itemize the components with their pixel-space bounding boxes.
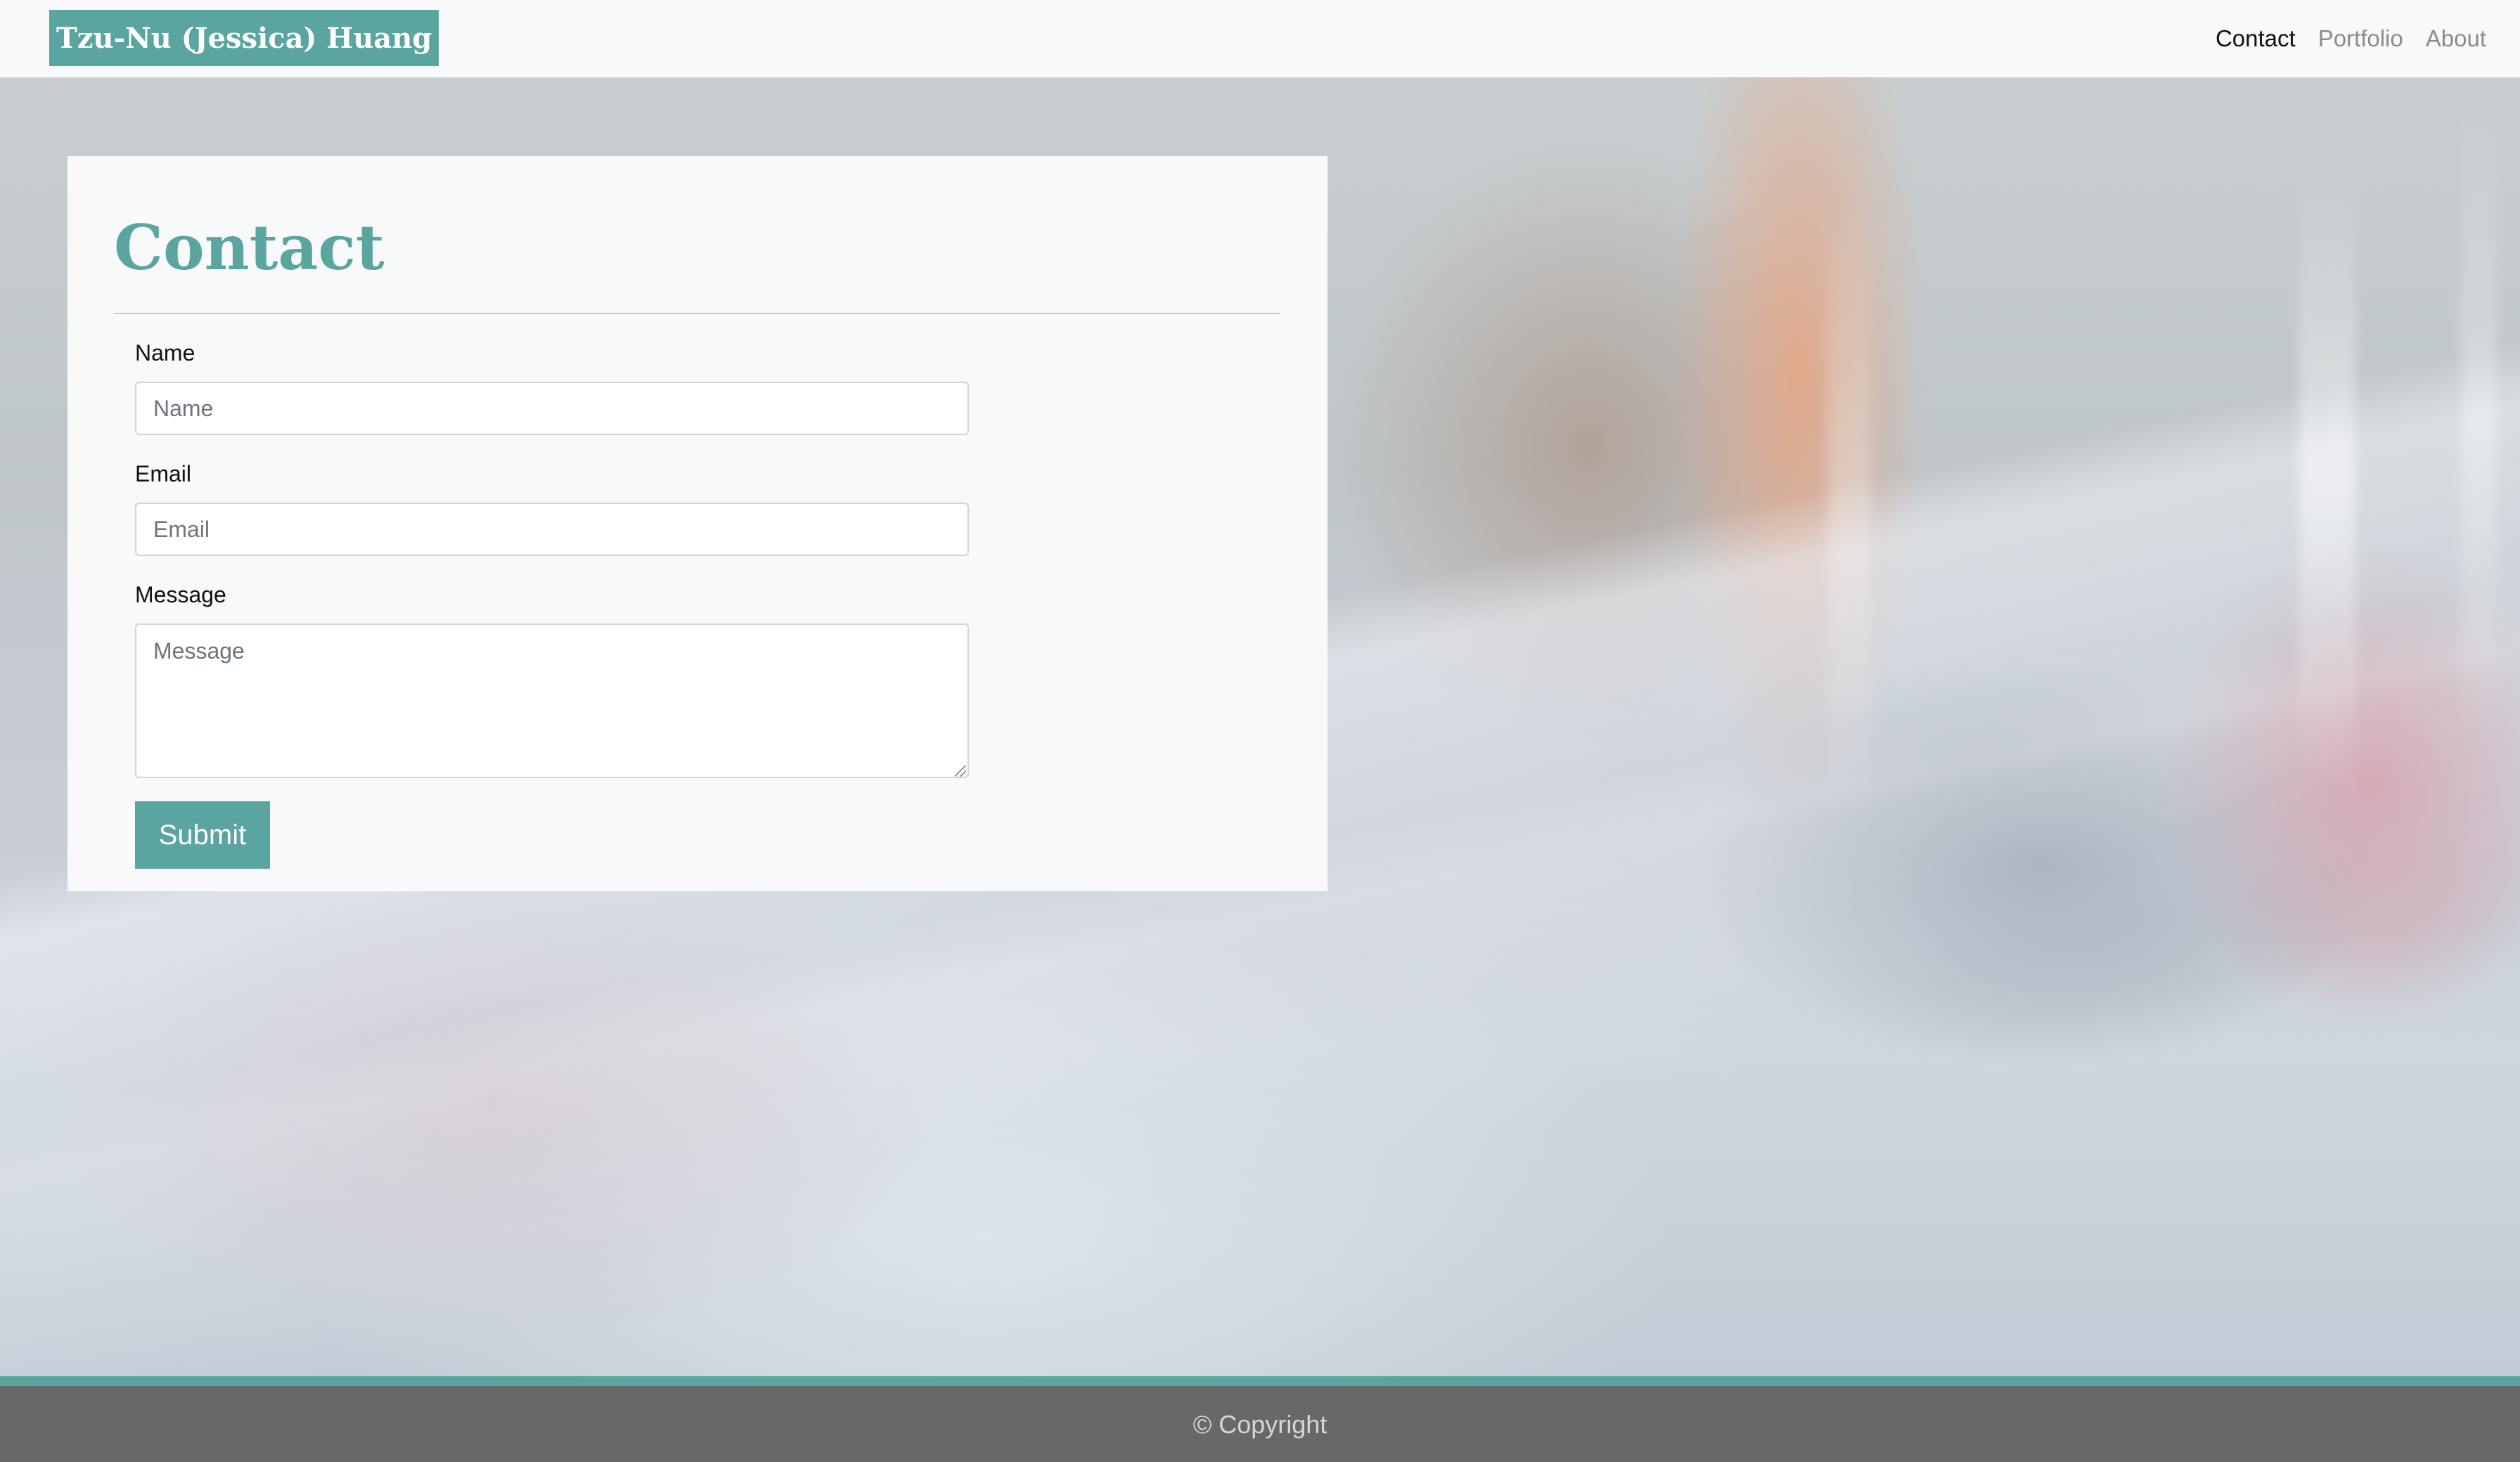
message-textarea[interactable] xyxy=(135,623,969,778)
nav-link-portfolio[interactable]: Portfolio xyxy=(2318,25,2403,52)
email-label: Email xyxy=(135,461,192,486)
background-streak xyxy=(2461,105,2496,738)
email-input[interactable] xyxy=(135,503,969,556)
background-streak xyxy=(1828,190,1870,822)
nav-links: Contact Portfolio About xyxy=(2216,0,2486,77)
contact-card: Contact Name Email Message Submit xyxy=(68,156,1328,891)
name-label: Name xyxy=(135,340,195,366)
copyright-text: © Copyright xyxy=(1192,1410,1328,1439)
submit-button[interactable]: Submit xyxy=(135,801,270,869)
textarea-resize-handle[interactable] xyxy=(955,765,966,777)
footer: © Copyright xyxy=(0,1376,2520,1462)
nav-link-about[interactable]: About xyxy=(2426,25,2486,52)
title-divider xyxy=(114,313,1280,314)
brand-logo-link[interactable]: Tzu-Nu (Jessica) Huang xyxy=(49,10,439,66)
message-label: Message xyxy=(135,582,226,607)
nav-link-contact[interactable]: Contact xyxy=(2216,25,2296,52)
name-input[interactable] xyxy=(135,382,969,435)
navbar: Tzu-Nu (Jessica) Huang Contact Portfolio… xyxy=(0,0,2520,77)
background-streak xyxy=(2299,162,2355,794)
page-title: Contact xyxy=(114,211,385,284)
